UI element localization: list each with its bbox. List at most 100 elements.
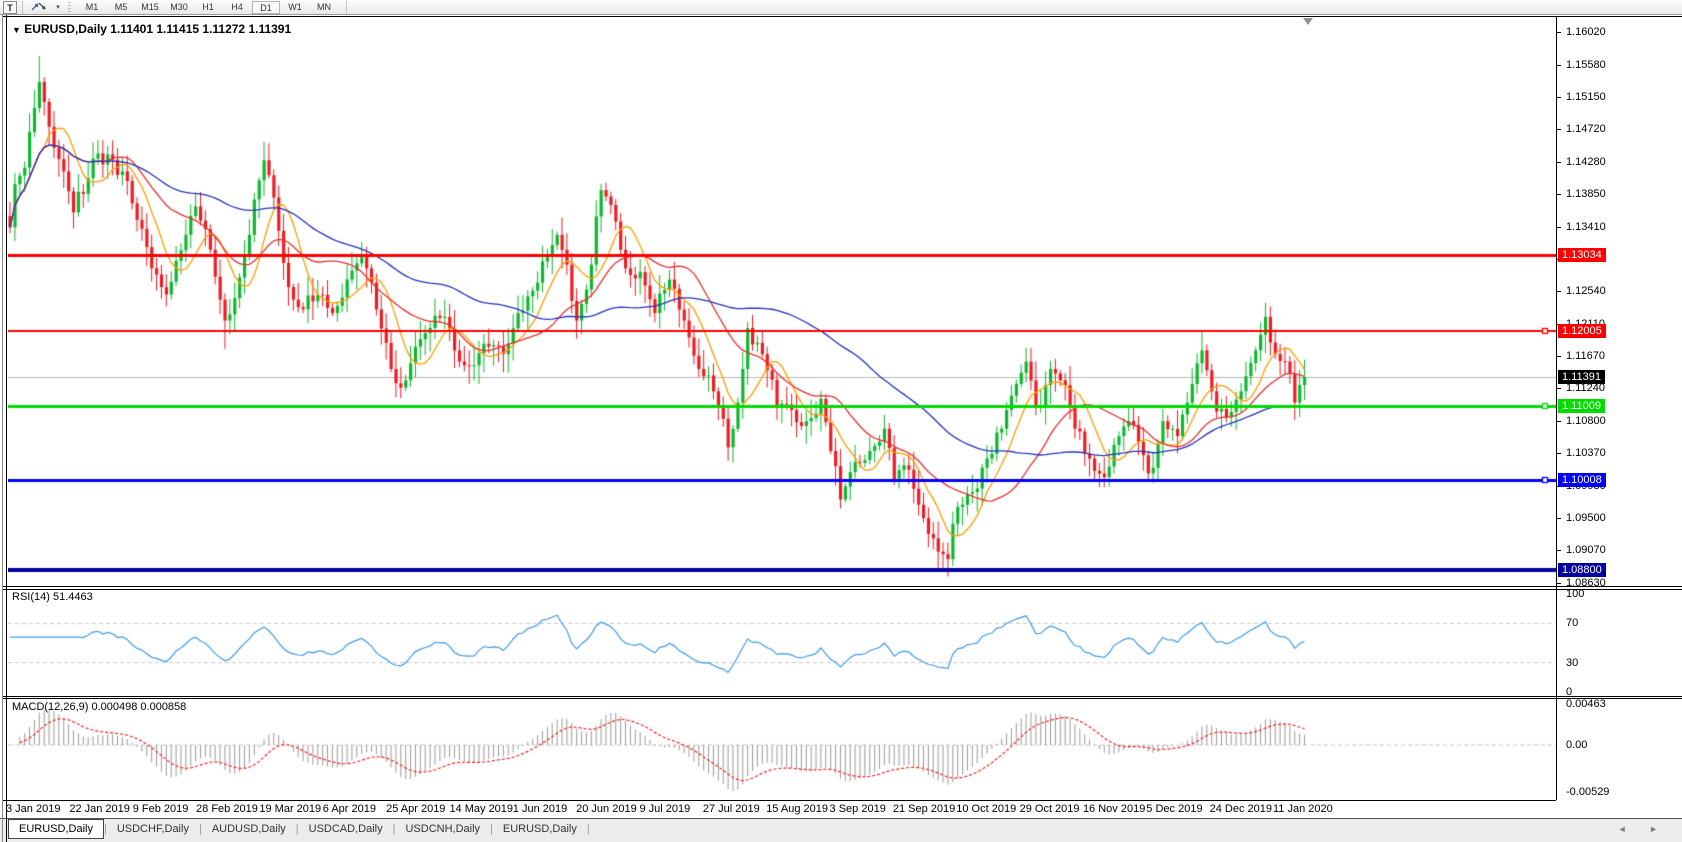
window-menu-caret-icon[interactable]: ▼ [12,25,21,35]
panel-splitter[interactable] [2,589,1682,590]
price-tick-mark [1557,421,1561,423]
date-tick-label: 6 Apr 2019 [322,803,376,815]
toolbar-separator [346,1,347,14]
chart-tab-usdcad-daily[interactable]: USDCAD,Daily [299,820,393,838]
date-tick-label: 3 Sep 2019 [829,803,886,815]
price-tick-label: 1.11240 [1566,382,1605,395]
date-tick-label: 9 Feb 2019 [132,803,189,815]
price-line-badge[interactable]: 1.13034 [1558,247,1606,262]
price-tick-label: 1.13850 [1566,187,1606,200]
date-tick-label: 10 Oct 2019 [956,803,1017,815]
price-tick-mark [1557,453,1561,455]
date-tick-label: 22 Jan 2019 [69,803,130,815]
date-tick-label: 27 Jul 2019 [702,803,760,815]
date-tick-label: 20 Jun 2019 [576,803,637,815]
text-tool-button[interactable]: T [3,1,17,14]
date-tick-label: 9 Jul 2019 [639,803,691,815]
chart-tools-icon[interactable] [27,1,51,14]
timeframe-button-h4[interactable]: H4 [223,1,251,14]
price-tick-mark [1557,388,1561,390]
chart-tab-usdchf-daily[interactable]: USDCHF,Daily [107,820,199,838]
rsi-tick-label: 70 [1566,617,1579,630]
price-chart-canvas[interactable] [8,17,1556,585]
price-tick-label: 1.10800 [1566,415,1606,428]
chart-tab-usdcnh-daily[interactable]: USDCNH,Daily [395,820,490,838]
macd-tick-label: -0.00529 [1566,785,1610,798]
tab-scroll-arrows: ◄ ► [1618,824,1668,834]
price-tick-mark [1557,32,1561,33]
price-tick-label: 1.14720 [1566,122,1606,135]
rsi-tick-label: 30 [1566,656,1579,669]
chart-ohlc-quotes: 1.11401 1.11415 1.11272 1.11391 [110,22,292,36]
chevron-down-icon[interactable]: ▾ [53,1,63,14]
price-tick-mark [1557,128,1561,130]
panel-splitter[interactable] [2,698,1682,699]
price-tick-label: 1.09500 [1566,512,1606,525]
date-tick-label: 21 Sep 2019 [892,803,956,815]
window-frame-line [6,15,7,842]
macd-indicator-canvas[interactable] [8,699,1556,800]
date-tick-label: 25 Apr 2019 [386,803,446,815]
tab-scroll-left-icon[interactable]: ◄ [1618,824,1637,834]
price-tick-mark [1557,161,1561,163]
timeframe-button-m15[interactable]: M15 [136,1,164,14]
chart-tab-audusd-daily[interactable]: AUDUSD,Daily [202,820,296,838]
price-tick-label: 1.09070 [1566,544,1606,557]
timeframe-button-m1[interactable]: M1 [78,1,106,14]
timeframe-button-mn[interactable]: MN [310,1,338,14]
chart-shift-marker[interactable] [1303,18,1313,25]
date-tick-label: 28 Feb 2019 [196,803,258,815]
price-tick-mark [1557,291,1561,293]
date-tick-label: 24 Dec 2019 [1209,803,1273,815]
timeframe-button-m5[interactable]: M5 [107,1,135,14]
price-tick-label: 1.13410 [1566,220,1606,233]
price-tick-label: 1.16020 [1566,26,1606,38]
timeframe-button-h1[interactable]: H1 [194,1,222,14]
price-tick-mark [1557,583,1561,584]
chart-tab-eurusd-daily[interactable]: EURUSD,Daily [493,820,587,838]
price-axis[interactable]: 1.16020 1.15580 1.15150 1.14720 1.14280 1.138… [1556,16,1682,800]
timeframe-button-d1[interactable]: D1 [252,1,280,14]
price-tick-mark [1557,64,1561,66]
price-tick-label: 1.11670 [1566,350,1605,363]
rsi-indicator-label: RSI(14) 51.4463 [12,591,93,603]
macd-tick-label: 0.00463 [1566,698,1606,711]
panel-splitter[interactable] [2,586,1682,587]
price-tick-mark [1557,193,1561,195]
date-tick-label: 16 Nov 2019 [1082,803,1146,815]
tabs-container: EURUSD,Daily | USDCHF,Daily | AUDUSD,Daily | U… [0,819,590,839]
date-tick-label: 1 Jun 2019 [512,803,568,815]
date-tick-label: 19 Mar 2019 [259,803,322,815]
timeframe-button-w1[interactable]: W1 [281,1,309,14]
window-frame-line [2,15,3,842]
panel-splitter[interactable] [2,696,1682,697]
price-tick-label: 1.15150 [1566,90,1606,103]
date-tick-label: 3 Jan 2019 [6,803,61,815]
chart-symbol-label: EURUSD,Daily [24,22,107,36]
tab-separator: | [586,823,590,835]
price-line-badge[interactable]: 1.10008 [1558,473,1606,488]
date-tick-label: 11 Jan 2020 [1273,803,1333,815]
macd-tick-label: 0.00 [1566,739,1588,751]
chart-tab-bar: EURUSD,Daily | USDCHF,Daily | AUDUSD,Daily | U… [0,818,1682,842]
tab-scroll-right-icon[interactable]: ► [1649,824,1668,834]
date-tick-label: 15 Aug 2019 [766,803,828,815]
price-tick-label: 1.15580 [1566,58,1606,71]
window-frame-line [2,16,1682,17]
price-tick-mark [1557,96,1561,98]
cursor-arrows-icon [31,2,46,11]
toolbar-separator [22,1,23,14]
rsi-indicator-canvas[interactable] [8,590,1556,695]
date-tick-label: 29 Oct 2019 [1019,803,1080,815]
timeframe-button-m30[interactable]: M30 [165,1,193,14]
chart-tab-eurusd-daily[interactable]: EURUSD,Daily [8,819,104,839]
price-line-badge[interactable]: 1.12005 [1558,324,1606,339]
toolbar-drag-handle[interactable] [68,2,71,13]
price-tick-label: 1.14280 [1566,155,1606,168]
date-tick-label: 5 Dec 2019 [1146,803,1203,815]
time-axis[interactable]: 3 Jan 2019 22 Jan 2019 9 Feb 2019 28 Feb 20… [0,800,1556,817]
current-price-badge[interactable]: 1.11391 [1558,370,1605,385]
price-tick-mark [1557,226,1561,228]
price-line-badge[interactable]: 1.08800 [1558,563,1606,578]
price-line-badge[interactable]: 1.11009 [1558,398,1605,413]
